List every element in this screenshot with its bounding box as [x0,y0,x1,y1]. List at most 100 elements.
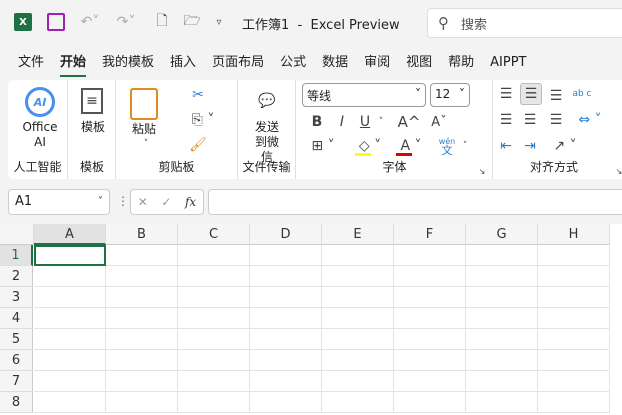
cell-F7[interactable] [394,371,466,392]
row-header-3[interactable]: 3 [0,287,33,308]
cell-G4[interactable] [466,308,538,329]
office-ai-icon[interactable]: AI [25,87,55,117]
align-bottom-icon[interactable]: ☰ [546,86,566,106]
increase-font-button[interactable]: A^ [397,112,421,132]
font-name-select[interactable]: 等线 ˅ [302,83,426,107]
merge-center-icon[interactable]: ⇔ ˅ [572,110,608,130]
name-box[interactable]: A1 ˅ [8,189,110,215]
cell-C3[interactable] [178,287,250,308]
tab-5[interactable]: 公式 [272,52,314,74]
align-top-icon[interactable]: ☰ [496,84,516,104]
customize-toolbar-icon[interactable]: ▿ [212,12,226,32]
tab-3[interactable]: 插入 [162,52,204,74]
cell-D7[interactable] [250,371,322,392]
cell-C5[interactable] [178,329,250,350]
orientation-icon[interactable]: ↗ ˅ [550,136,580,156]
row-header-1[interactable]: 1 [0,245,33,266]
increase-indent-icon[interactable]: ⇥ [520,136,540,156]
open-folder-icon[interactable]: 🗁 [182,12,202,32]
tab-7[interactable]: 审阅 [356,52,398,74]
cell-C2[interactable] [178,266,250,287]
cell-E2[interactable] [322,266,394,287]
cell-A6[interactable] [34,350,106,371]
tab-6[interactable]: 数据 [314,52,356,74]
column-header-H[interactable]: H [538,224,610,245]
font-dialog-launcher-icon[interactable]: ↘ [477,166,487,176]
cell-G3[interactable] [466,287,538,308]
align-left-icon[interactable]: ☰ [496,110,516,130]
row-header-8[interactable]: 8 [0,392,33,413]
tab-4[interactable]: 页面布局 [204,52,272,74]
row-header-7[interactable]: 7 [0,371,33,392]
phonetic-icon[interactable]: wén 文 [437,134,457,158]
cell-B3[interactable] [106,287,178,308]
cell-C7[interactable] [178,371,250,392]
cell-C6[interactable] [178,350,250,371]
decrease-indent-icon[interactable]: ⇤ [496,136,516,156]
cell-E5[interactable] [322,329,394,350]
tab-10[interactable]: AIPPT [482,52,534,74]
cell-F8[interactable] [394,392,466,413]
align-middle-icon[interactable]: ☰ [520,83,542,105]
template-icon[interactable]: ≡ [81,88,103,114]
cell-B1[interactable] [106,245,178,266]
cell-B8[interactable] [106,392,178,413]
decrease-font-button[interactable]: Aˇ [427,112,451,132]
cell-D4[interactable] [250,308,322,329]
office-ai-button[interactable]: Office AI [18,120,62,150]
insert-function-button[interactable]: fx [185,195,196,209]
cell-H8[interactable] [538,392,610,413]
cell-F4[interactable] [394,308,466,329]
cell-D2[interactable] [250,266,322,287]
cell-H2[interactable] [538,266,610,287]
redo-icon[interactable]: ↷˅ [112,11,140,33]
chevron-down-icon[interactable]: ˅ [98,190,103,214]
row-header-4[interactable]: 4 [0,308,33,329]
cell-A5[interactable] [34,329,106,350]
cell-H7[interactable] [538,371,610,392]
align-center-icon[interactable]: ☰ [520,110,540,130]
search-box[interactable]: ⚲ 搜索 [427,8,622,38]
cell-A3[interactable] [34,287,106,308]
row-header-2[interactable]: 2 [0,266,33,287]
cell-F6[interactable] [394,350,466,371]
fill-color-icon[interactable]: ◇ ˅ [352,136,388,156]
cell-A1[interactable] [34,245,106,266]
cell-G6[interactable] [466,350,538,371]
confirm-icon[interactable]: ✓ [161,195,171,209]
template-button[interactable]: 模板 [81,120,105,135]
cell-H6[interactable] [538,350,610,371]
column-header-E[interactable]: E [322,224,394,245]
column-header-B[interactable]: B [106,224,178,245]
cell-A4[interactable] [34,308,106,329]
cell-E8[interactable] [322,392,394,413]
cell-G8[interactable] [466,392,538,413]
paste-dropdown-icon[interactable]: ˅ [136,138,156,150]
cell-H3[interactable] [538,287,610,308]
cell-F3[interactable] [394,287,466,308]
tab-9[interactable]: 帮助 [440,52,482,74]
cell-G5[interactable] [466,329,538,350]
cell-E7[interactable] [322,371,394,392]
undo-icon[interactable]: ↶˅ [76,11,104,33]
format-painter-icon[interactable]: 🖌 [188,135,208,155]
cell-B5[interactable] [106,329,178,350]
cell-G1[interactable] [466,245,538,266]
tab-8[interactable]: 视图 [398,52,440,74]
cell-D1[interactable] [250,245,322,266]
phonetic-dropdown-icon[interactable]: ˅ [459,136,471,156]
italic-button[interactable]: I [332,112,352,132]
select-all-corner[interactable] [0,224,34,245]
cell-C1[interactable] [178,245,250,266]
cell-E4[interactable] [322,308,394,329]
cell-F1[interactable] [394,245,466,266]
cell-G2[interactable] [466,266,538,287]
cell-C4[interactable] [178,308,250,329]
wrap-text-icon[interactable]: ab c [572,84,592,104]
font-size-select[interactable]: 12 ˅ [430,83,470,107]
tab-0[interactable]: 文件 [10,52,52,74]
column-header-G[interactable]: G [466,224,538,245]
new-file-icon[interactable]: 🗋 [154,12,170,32]
bold-button[interactable]: B [307,112,327,132]
tab-2[interactable]: 我的模板 [94,52,162,74]
